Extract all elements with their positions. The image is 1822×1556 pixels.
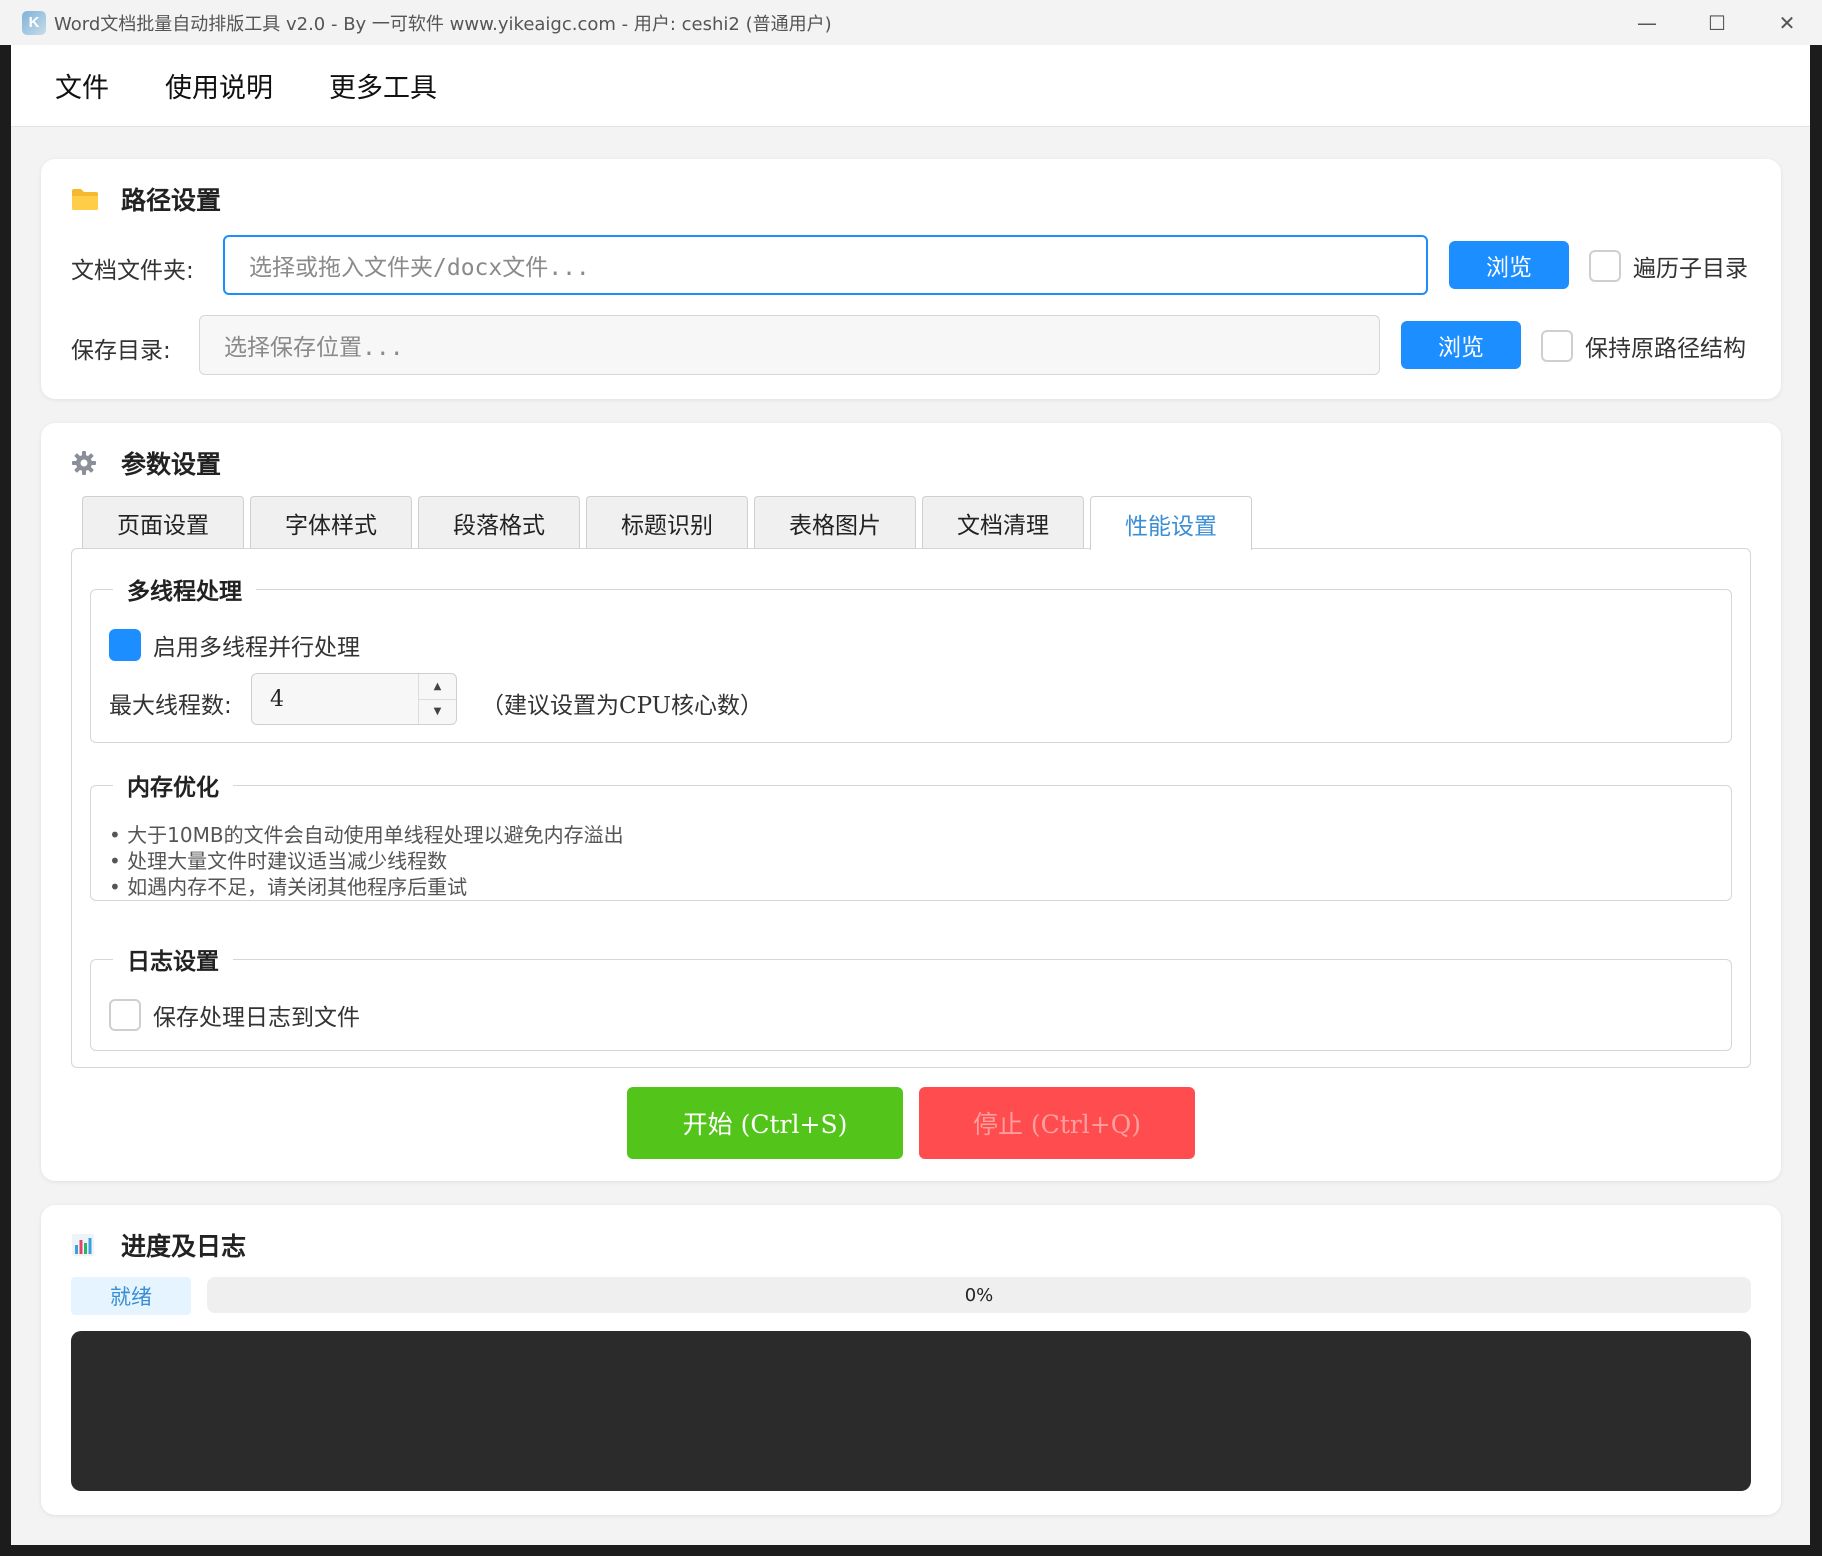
params-tabs: 页面设置 字体样式 段落格式 标题识别 表格图片 文档清理 性能设置: [82, 496, 1258, 550]
path-settings-title-text: 路径设置: [121, 186, 222, 215]
menu-bar: 文件 使用说明 更多工具: [11, 45, 1810, 127]
memory-title: 内存优化: [113, 768, 233, 802]
keep-path-structure-checkbox[interactable]: [1541, 330, 1573, 362]
stepper-down-icon[interactable]: ▼: [419, 698, 456, 725]
max-threads-label: 最大线程数:: [109, 693, 232, 719]
stepper-arrows: ▲ ▼: [418, 674, 456, 724]
start-button[interactable]: 开始 (Ctrl+S): [627, 1087, 903, 1159]
gear-icon: [71, 450, 105, 476]
log-settings-title: 日志设置: [113, 942, 233, 976]
window-controls: — ☐ ✕: [1612, 0, 1822, 45]
doc-folder-browse-button[interactable]: 浏览: [1449, 241, 1569, 289]
tab-doc-cleanup[interactable]: 文档清理: [922, 496, 1084, 548]
stepper-up-icon[interactable]: ▲: [419, 674, 456, 699]
tab-table-images[interactable]: 表格图片: [754, 496, 916, 548]
maximize-button[interactable]: ☐: [1682, 0, 1752, 45]
performance-panel: 多线程处理 启用多线程并行处理 最大线程数: 4 ▲ ▼ （建议设置为CPU核心…: [71, 548, 1751, 1068]
progress-card: 进度及日志 就绪 0%: [41, 1205, 1781, 1515]
save-dir-label: 保存目录:: [71, 338, 171, 364]
folder-icon: [71, 187, 105, 211]
traverse-subdirs-label: 遍历子目录: [1633, 256, 1748, 282]
multithread-title: 多线程处理: [113, 572, 256, 606]
minimize-button[interactable]: —: [1612, 0, 1682, 45]
keep-path-structure-option[interactable]: 保持原路径结构: [1541, 329, 1746, 363]
menu-help[interactable]: 使用说明: [165, 66, 273, 105]
memory-hint-3: • 如遇内存不足，请关闭其他程序后重试: [109, 875, 468, 899]
maximize-icon: ☐: [1708, 10, 1726, 35]
app-window: 文件 使用说明 更多工具 路径设置 文档文件夹: 选择或拖入文件夹/docx文件…: [11, 45, 1810, 1545]
close-icon: ✕: [1778, 10, 1796, 35]
keep-path-structure-label: 保持原路径结构: [1585, 336, 1746, 362]
progress-title: 进度及日志: [71, 1227, 246, 1263]
save-log-checkbox[interactable]: [109, 999, 141, 1031]
bar-chart-icon: [71, 1233, 105, 1257]
window-title: Word文档批量自动排版工具 v2.0 - By 一可软件 www.yikeai…: [54, 13, 832, 35]
tab-paragraph-format[interactable]: 段落格式: [418, 496, 580, 548]
status-badge: 就绪: [71, 1277, 191, 1315]
path-settings-title: 路径设置: [71, 181, 221, 217]
traverse-subdirs-checkbox[interactable]: [1589, 250, 1621, 282]
tab-font-style[interactable]: 字体样式: [250, 496, 412, 548]
save-dir-browse-button[interactable]: 浏览: [1401, 321, 1521, 369]
save-log-option[interactable]: 保存处理日志到文件: [109, 998, 360, 1032]
max-threads-value[interactable]: 4: [252, 687, 418, 712]
memory-hint-1: • 大于10MB的文件会自动使用单线程处理以避免内存溢出: [109, 823, 624, 847]
doc-folder-input[interactable]: 选择或拖入文件夹/docx文件...: [223, 235, 1428, 295]
memory-hints: • 大于10MB的文件会自动使用单线程处理以避免内存溢出 • 处理大量文件时建议…: [109, 822, 624, 900]
params-card: 参数设置 页面设置 字体样式 段落格式 标题识别 表格图片 文档清理 性能设置 …: [41, 423, 1781, 1181]
save-dir-input[interactable]: 选择保存位置...: [199, 315, 1380, 375]
traverse-subdirs-option[interactable]: 遍历子目录: [1589, 249, 1748, 283]
close-button[interactable]: ✕: [1752, 0, 1822, 45]
path-settings-card: 路径设置 文档文件夹: 选择或拖入文件夹/docx文件... 浏览 遍历子目录 …: [41, 159, 1781, 399]
enable-multithread-label: 启用多线程并行处理: [153, 635, 360, 661]
stop-button[interactable]: 停止 (Ctrl+Q): [919, 1087, 1195, 1159]
minimize-icon: —: [1637, 10, 1657, 35]
params-title: 参数设置: [71, 445, 221, 481]
enable-multithread-option[interactable]: 启用多线程并行处理: [109, 628, 360, 662]
enable-multithread-checkbox[interactable]: [109, 629, 141, 661]
params-title-text: 参数设置: [121, 450, 222, 479]
save-log-label: 保存处理日志到文件: [153, 1005, 360, 1031]
tab-heading-recognition[interactable]: 标题识别: [586, 496, 748, 548]
progress-title-text: 进度及日志: [121, 1232, 247, 1261]
app-icon: K: [22, 10, 46, 35]
memory-hint-2: • 处理大量文件时建议适当减少线程数: [109, 849, 448, 873]
tab-performance[interactable]: 性能设置: [1090, 496, 1252, 550]
max-threads-hint: （建议设置为CPU核心数）: [481, 693, 764, 719]
title-bar: K Word文档批量自动排版工具 v2.0 - By 一可软件 www.yike…: [0, 0, 1822, 45]
log-output[interactable]: [71, 1331, 1751, 1491]
doc-folder-label: 文档文件夹:: [71, 258, 194, 284]
progress-bar: 0%: [207, 1277, 1751, 1313]
memory-group: 内存优化 • 大于10MB的文件会自动使用单线程处理以避免内存溢出 • 处理大量…: [90, 768, 1732, 901]
menu-more-tools[interactable]: 更多工具: [329, 66, 437, 105]
max-threads-stepper[interactable]: 4 ▲ ▼: [251, 673, 457, 725]
tab-page-settings[interactable]: 页面设置: [82, 496, 244, 548]
log-settings-group: 日志设置 保存处理日志到文件: [90, 942, 1732, 1051]
multithread-group: 多线程处理 启用多线程并行处理 最大线程数: 4 ▲ ▼ （建议设置为CPU核心…: [90, 572, 1732, 743]
menu-file[interactable]: 文件: [55, 66, 109, 105]
progress-percent: 0%: [964, 1284, 994, 1306]
